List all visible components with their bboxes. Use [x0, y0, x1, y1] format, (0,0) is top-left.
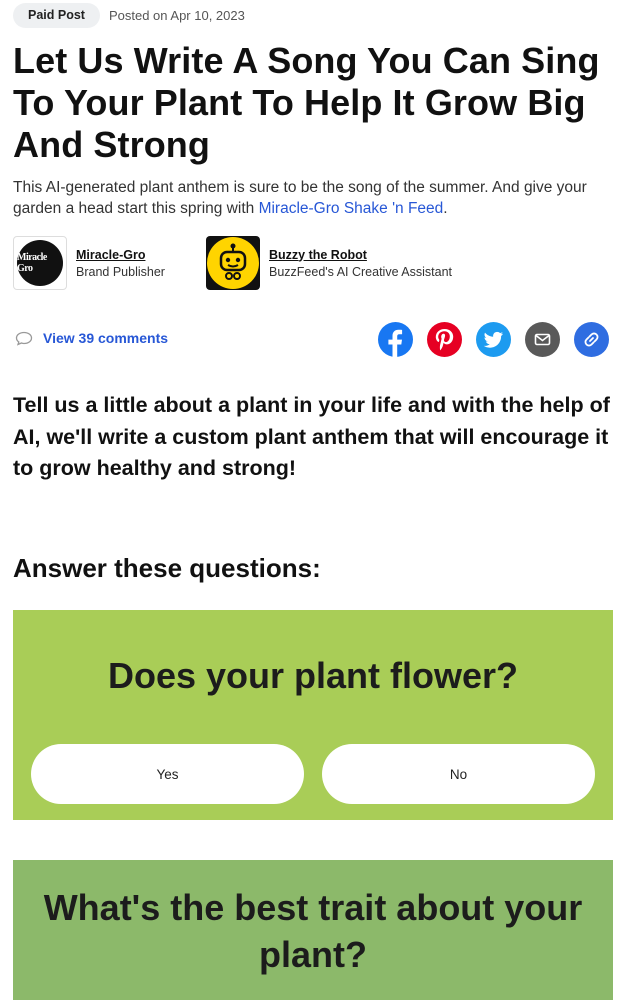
pinterest-icon: [435, 329, 454, 351]
share-facebook-button[interactable]: [378, 322, 413, 357]
byline-miracle-gro: Miracle Gro Miracle-Gro Brand Publisher: [13, 236, 165, 290]
miracle-gro-logo-mark: Miracle Gro: [17, 240, 63, 286]
share-bar: [378, 322, 609, 357]
byline-role: Brand Publisher: [76, 264, 165, 279]
view-comments-link[interactable]: View 39 comments: [15, 330, 168, 346]
intro-text: Tell us a little about a plant in your l…: [13, 393, 610, 480]
comments-label: View 39 comments: [43, 330, 169, 346]
share-link-button[interactable]: [574, 322, 609, 357]
answer-heading: Answer these questions:: [13, 553, 321, 583]
twitter-icon: [483, 331, 503, 348]
byline-name[interactable]: Buzzy the Robot: [269, 248, 452, 262]
question-card-flower: Does your plant flower? Yes No: [13, 610, 613, 820]
answer-yes-button[interactable]: Yes: [31, 744, 304, 804]
posted-date: Posted on Apr 10, 2023: [108, 8, 245, 23]
dek-end: .: [443, 200, 448, 217]
byline-buzzy: Buzzy the Robot BuzzFeed's AI Creative A…: [206, 236, 452, 290]
email-icon: [534, 333, 551, 346]
share-twitter-button[interactable]: [476, 322, 511, 357]
answer-no-button[interactable]: No: [322, 744, 595, 804]
paid-post-badge: Paid Post: [13, 3, 100, 28]
robot-icon[interactable]: [206, 236, 260, 290]
miracle-gro-logo[interactable]: Miracle Gro: [13, 236, 67, 290]
link-icon: [584, 332, 599, 347]
share-pinterest-button[interactable]: [427, 322, 462, 357]
byline-role: BuzzFeed's AI Creative Assistant: [269, 264, 453, 279]
question-card-trait: What's the best trait about your plant?: [13, 860, 613, 1000]
sponsor-link[interactable]: Miracle-Gro Shake 'n Feed: [259, 200, 444, 217]
post-meta: Paid Post Posted on Apr 10, 2023: [13, 3, 245, 28]
speech-bubble-icon: [15, 331, 33, 346]
facebook-icon: [388, 329, 403, 357]
dek: This AI-generated plant anthem is sure t…: [13, 177, 613, 219]
headline: Let Us Write A Song You Can Sing To Your…: [13, 40, 600, 165]
byline-name[interactable]: Miracle-Gro: [76, 248, 165, 262]
share-email-button[interactable]: [525, 322, 560, 357]
question-title: What's the best trait about your plant?: [43, 887, 583, 975]
question-title: Does your plant flower?: [107, 655, 519, 696]
